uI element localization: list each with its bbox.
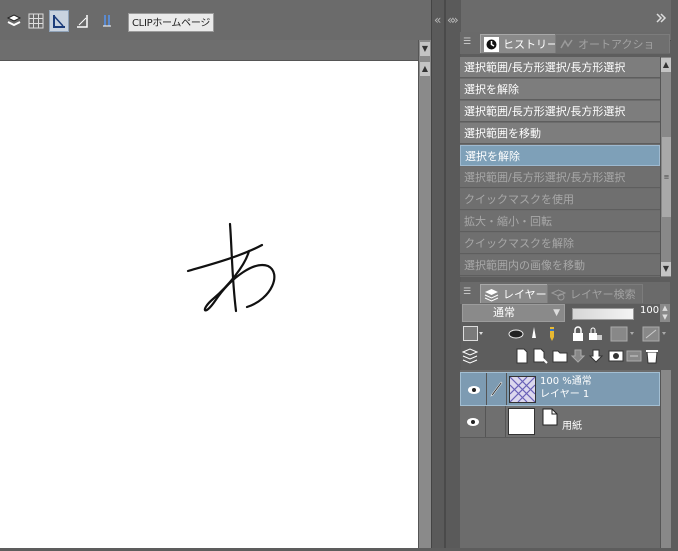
history-item[interactable]: 選択を解除 [460, 145, 660, 166]
ruler-icon[interactable] [49, 10, 69, 32]
paper-layer-icon [542, 408, 558, 426]
layer-opacity-blend: 100 %通常 [540, 376, 592, 387]
new-vector-layer-icon[interactable] [532, 348, 548, 364]
history-item[interactable]: 選択範囲/長方形選択/長方形選択 [460, 167, 660, 188]
layer-palette-icon[interactable] [462, 348, 478, 364]
splitter-divider [444, 0, 446, 548]
drawing-canvas[interactable] [0, 61, 418, 548]
row-divider [505, 406, 506, 437]
trash-icon[interactable] [644, 348, 660, 364]
eye-icon[interactable] [466, 417, 480, 427]
merge-down-icon[interactable] [588, 348, 604, 364]
layer-property-row: 通常 ▼ 100 ▲ ▼ [460, 304, 672, 324]
layer-list: 100 %通常 レイヤー 1 用紙 [460, 370, 660, 548]
panel-menu-icon[interactable]: ☰ [463, 35, 477, 49]
canvas-vertical-scrollbar[interactable]: ▼ ▲ [418, 40, 431, 548]
panel-menu-icon[interactable]: ☰ [463, 285, 477, 299]
history-item[interactable]: クイックマスクを解除 [460, 233, 660, 254]
history-scroll-down-icon[interactable]: ▼ [661, 262, 671, 276]
row-divider [506, 373, 507, 405]
handwritten-stroke [186, 222, 276, 313]
scroll-up-arrow-icon[interactable]: ▲ [420, 62, 430, 76]
scroll-down-arrow-icon[interactable]: ▼ [420, 42, 430, 56]
layer-row-layer1[interactable]: 100 %通常 レイヤー 1 [460, 372, 660, 406]
pen-icon [490, 381, 503, 397]
opacity-slider-fill [573, 309, 633, 319]
ruler-link-button[interactable] [642, 326, 668, 342]
layer-name: 用紙 [562, 421, 582, 432]
blend-mode-select[interactable]: 通常 ▼ [462, 304, 565, 322]
tab-layer-label: レイヤー [503, 288, 547, 301]
history-item[interactable]: クイックマスクを使用 [460, 189, 660, 210]
layer-name: レイヤー 1 [540, 389, 590, 400]
layer-thumbnail [509, 376, 536, 403]
scroll-right-icon[interactable] [655, 12, 667, 27]
layer-icon [484, 289, 499, 302]
collapse-left-icon[interactable]: « [434, 13, 442, 27]
clip-homepage-button[interactable]: CLIPホームページ [128, 13, 215, 32]
chevron-down-icon: ▼ [553, 308, 560, 318]
history-item[interactable]: 選択範囲内の画像を移動 [460, 255, 660, 276]
special-ruler-icon[interactable] [97, 10, 117, 32]
row-divider [485, 406, 486, 437]
draft-layer-icon[interactable] [544, 326, 560, 342]
tab-auto-action[interactable]: オートアクション [555, 34, 670, 70]
new-folder-icon[interactable] [552, 348, 568, 364]
opacity-spinner[interactable]: ▲ ▼ [660, 304, 670, 322]
tab-layer-search-label: レイヤー検索 [570, 288, 636, 301]
lock-icon[interactable] [570, 326, 586, 342]
ruler-snap-icon[interactable] [73, 10, 93, 32]
canvas-header [0, 40, 418, 61]
mask-button[interactable] [610, 326, 636, 342]
history-scroll-thumb[interactable]: ≡ [662, 137, 671, 217]
apply-mask-icon[interactable] [626, 348, 642, 364]
opacity-slider[interactable] [572, 308, 634, 320]
layer-command-row [460, 346, 672, 368]
blend-mode-value: 通常 [493, 306, 515, 319]
new-raster-layer-icon[interactable] [514, 348, 530, 364]
auto-action-icon [560, 39, 573, 49]
tab-history[interactable]: ヒストリー [480, 34, 565, 53]
reference-layer-icon[interactable] [526, 326, 542, 342]
layer-color-button[interactable] [463, 326, 483, 342]
layer-search-icon [551, 289, 566, 301]
tab-layer[interactable]: レイヤー [480, 284, 554, 303]
history-list: 選択範囲/長方形選択/長方形選択 選択を解除 選択範囲/長方形選択/長方形選択 選択範… [460, 57, 660, 277]
clip-lower-layer-icon[interactable] [508, 326, 524, 342]
opacity-value[interactable]: 100 [640, 305, 659, 316]
tab-history-label: ヒストリー [503, 38, 558, 51]
history-item[interactable]: 選択範囲を移動 [460, 123, 660, 144]
history-icon [484, 37, 499, 52]
history-tab-bar: ☰ ヒストリー オートアクション [460, 32, 670, 70]
lock-transparency-icon[interactable] [587, 326, 603, 342]
panel-splitter[interactable]: « «» [431, 0, 461, 548]
collapse-right-icon[interactable]: «» [447, 13, 459, 27]
history-scroll-up-icon[interactable]: ▲ [661, 58, 671, 72]
history-item[interactable]: 選択範囲/長方形選択/長方形選択 [460, 101, 660, 122]
tab-layer-search[interactable]: レイヤー検索 [547, 284, 643, 303]
eye-icon[interactable] [467, 385, 481, 395]
history-item[interactable]: 選択を解除 [460, 79, 660, 100]
grid-icon[interactable] [26, 10, 46, 32]
add-mask-icon[interactable] [608, 348, 624, 364]
layer-row-paper[interactable]: 用紙 [460, 406, 660, 438]
paper-thumbnail [508, 408, 535, 435]
transfer-down-icon[interactable] [570, 348, 586, 364]
layers-icon[interactable] [4, 10, 24, 32]
history-item[interactable]: 選択範囲/長方形選択/長方形選択 [460, 57, 660, 78]
row-divider [486, 373, 487, 405]
window-edge [671, 0, 678, 548]
layer-tab-bar: ☰ レイヤー レイヤー検索 [460, 282, 670, 304]
layer-option-row [460, 324, 672, 346]
history-item[interactable]: 拡大・縮小・回転 [460, 211, 660, 232]
